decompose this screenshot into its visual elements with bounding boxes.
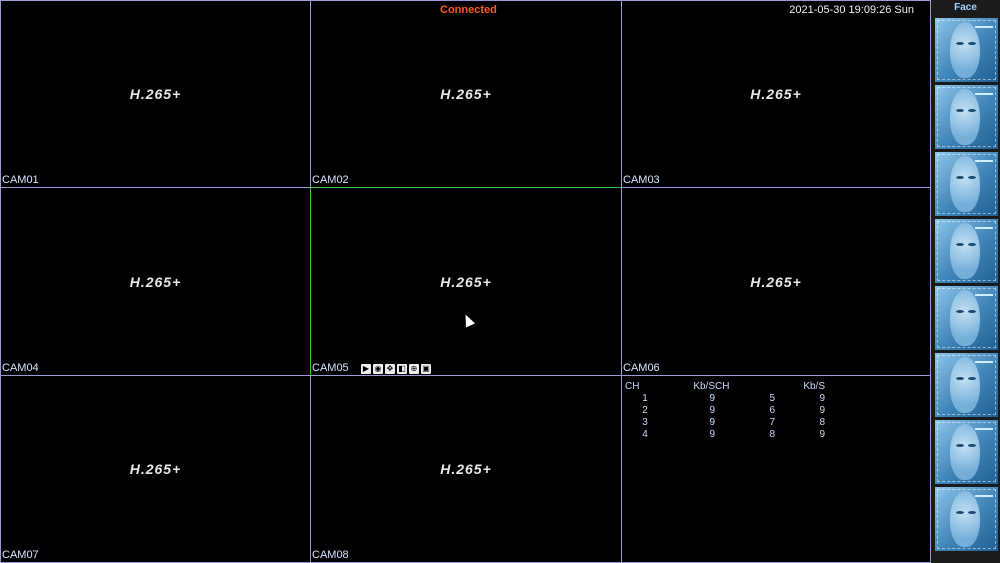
face-thumbnail[interactable] [935,85,998,149]
face-thumbnail[interactable] [935,152,998,216]
codec-label: H.265+ [129,273,182,290]
camera-tile[interactable]: H.265+ CAM04 [0,187,311,376]
codec-label: H.265+ [440,273,492,290]
face-thumbnail[interactable] [935,286,998,350]
channel-number: 3 [642,416,648,428]
camera-name: CAM05 [312,362,349,374]
channel-number: 2 [642,404,648,416]
camera-tile[interactable]: H.265+ CAM02 [310,0,622,188]
bitrate-value: 9 [819,428,825,440]
codec-label: H.265+ [129,461,182,477]
record-icon[interactable]: ▣ [421,364,431,374]
codec-label: H.265+ [750,273,802,290]
header-kbs: Kb/S [693,380,715,392]
face-panel-title: Face [954,2,977,13]
connection-status: Connected [440,4,497,16]
table-row: 1 9 5 9 [625,392,825,404]
table-row: 4 9 8 9 [625,428,825,440]
channel-number: 4 [642,428,648,440]
camera-name: CAM04 [2,362,39,374]
codec-label: H.265+ [440,461,492,477]
camera-name: CAM02 [312,174,349,186]
bitrate-value: 9 [709,404,715,416]
camera-name: CAM07 [2,549,39,561]
bitrate-value: 9 [819,392,825,404]
face-thumbnail[interactable] [935,353,998,417]
channel-number: 5 [769,392,775,404]
snapshot-icon[interactable]: ◉ [373,364,383,374]
color-adjust-icon[interactable]: ◧ [397,364,407,374]
channel-number: 6 [769,404,775,416]
ptz-icon[interactable]: ✥ [385,364,395,374]
camera-name: CAM06 [623,362,660,374]
table-row: 2 9 6 9 [625,404,825,416]
channel-number: 1 [642,392,648,404]
zoom-icon[interactable]: ⊕ [409,364,419,374]
face-detection-panel: Face [931,0,1000,563]
camera-name: CAM08 [312,549,349,561]
header-ch: CH [625,380,640,392]
playback-icon[interactable]: ▶ [361,364,371,374]
face-thumbnail[interactable] [935,487,998,551]
face-thumbnail[interactable] [935,420,998,484]
camera-tile[interactable]: H.265+ CAM08 [310,375,622,563]
camera-tile[interactable]: H.265+ CAM06 [621,187,931,376]
camera-name: CAM01 [2,174,39,186]
bitrate-table: CH Kb/S CH Kb/S 1 9 5 9 2 9 6 9 3 9 7 8 … [625,380,825,440]
bitrate-value: 9 [819,404,825,416]
camera-name: CAM03 [623,174,660,186]
camera-tile[interactable]: H.265+ CAM01 [0,0,311,188]
face-thumbnail[interactable] [935,18,998,82]
bitrate-value: 9 [709,392,715,404]
header-ch: CH [715,380,730,392]
camera-toolbar: ▶ ◉ ✥ ◧ ⊕ ▣ [361,364,431,374]
bitrate-value: 9 [709,428,715,440]
channel-number: 7 [769,416,775,428]
codec-label: H.265+ [440,86,492,102]
header-kbs: Kb/S [803,380,825,392]
camera-tile[interactable]: H.265+ CAM03 [621,0,931,188]
camera-grid: H.265+ CAM01 H.265+ CAM02 H.265+ CAM03 H… [0,0,931,563]
camera-tile-selected[interactable]: H.265+ CAM05 ▶ ◉ ✥ ◧ ⊕ ▣ [310,187,622,376]
datetime-display: 2021-05-30 19:09:26 Sun [789,4,914,16]
channel-number: 8 [769,428,775,440]
bitrate-value: 8 [819,416,825,428]
face-thumbnail[interactable] [935,219,998,283]
bitrate-value: 9 [709,416,715,428]
table-row: 3 9 7 8 [625,416,825,428]
codec-label: H.265+ [750,86,802,102]
camera-tile[interactable]: H.265+ CAM07 [0,375,311,563]
codec-label: H.265+ [129,86,182,102]
